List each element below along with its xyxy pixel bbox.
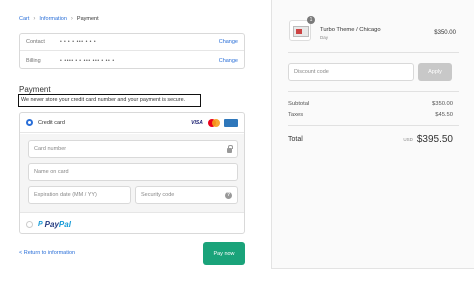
expiration-date-input[interactable]: Expiration date (MM / YY) [28, 186, 131, 204]
card-number-placeholder: Card number [34, 146, 67, 152]
total-currency: USD [403, 137, 413, 142]
chevron-right-icon: › [70, 16, 73, 22]
security-placeholder: Security code [141, 192, 175, 198]
review-contact-row: Contact • • • • ••• • • • Change [20, 34, 244, 51]
order-summary: 1 Turbo Theme / Chicago Day $350.00 Disc… [271, 0, 474, 269]
review-billing-row: Billing • •••• • • ••• ••• • •• • Change [20, 52, 244, 69]
contact-label: Contact [26, 39, 45, 45]
apply-button[interactable]: Apply [418, 63, 452, 81]
security-code-input[interactable]: Security code ? [135, 186, 238, 204]
review-block: Contact • • • • ••• • • • Change Billing… [19, 33, 245, 69]
discount-placeholder: Discount code [294, 69, 329, 75]
credit-card-fields: Card number Name on card Expiration date… [20, 134, 244, 213]
product-name: Turbo Theme / Chicago [320, 27, 381, 33]
payment-gateways: Credit card VISA Card number Name on car… [19, 112, 245, 234]
total-value: $395.50 [416, 134, 453, 145]
pay-now-button[interactable]: Pay now [203, 242, 245, 265]
name-placeholder: Name on card [34, 169, 69, 175]
total-row: Total USD $395.50 [288, 134, 453, 145]
paypal-option[interactable]: P PayPal [20, 214, 244, 233]
divider [288, 91, 459, 92]
contact-value: • • • • ••• • • • [60, 39, 97, 45]
return-to-information-link[interactable]: < Return to information [19, 250, 75, 256]
breadcrumb-payment: Payment [76, 16, 99, 22]
credit-card-option[interactable]: Credit card VISA [20, 113, 244, 133]
breadcrumb-information[interactable]: Information [39, 16, 67, 22]
subtotal-label: Subtotal [288, 101, 310, 107]
name-on-card-input[interactable]: Name on card [28, 163, 238, 181]
visa-icon: VISA [191, 119, 203, 126]
discount-code-input[interactable]: Discount code [288, 63, 414, 81]
paypal-icon: P [38, 221, 43, 228]
taxes-label: Taxes [288, 112, 304, 118]
chevron-right-icon: › [33, 16, 36, 22]
paypal-logo: PayPal [45, 220, 71, 229]
amex-icon [224, 118, 238, 127]
quantity-badge: 1 [307, 16, 315, 24]
expiry-placeholder: Expiration date (MM / YY) [34, 192, 97, 198]
product-variant: Day [320, 35, 329, 40]
taxes-value: $45.50 [435, 112, 453, 118]
paypal-pay: Pay [44, 220, 59, 229]
subtotal-row: Subtotal $350.00 [288, 101, 453, 107]
paypal-pal: Pal [58, 220, 71, 229]
payment-subtitle: We never store your credit card number a… [18, 94, 201, 107]
total-amount: USD $395.50 [403, 134, 453, 145]
card-number-input[interactable]: Card number [28, 140, 238, 158]
change-billing-link[interactable]: Change [219, 58, 238, 64]
billing-label: Billing [26, 57, 41, 64]
lock-icon [227, 144, 233, 153]
breadcrumb: Cart › Information › Payment [19, 16, 99, 22]
billing-value: • •••• • • ••• ••• • •• • [60, 57, 115, 64]
help-icon[interactable]: ? [225, 191, 232, 199]
total-label: Total [288, 136, 303, 143]
credit-card-label: Credit card [38, 119, 65, 126]
payment-title: Payment [19, 85, 51, 94]
subtotal-value: $350.00 [432, 101, 453, 107]
divider [288, 125, 459, 126]
taxes-row: Taxes $45.50 [288, 112, 453, 118]
checkout-main: Cart › Information › Payment Contact • •… [0, 0, 271, 281]
card-brands: VISA [190, 118, 238, 127]
product-price: $350.00 [434, 30, 456, 36]
mastercard-icon [207, 118, 221, 127]
divider [288, 52, 459, 53]
credit-card-radio[interactable] [26, 119, 33, 126]
breadcrumb-cart[interactable]: Cart [19, 16, 29, 22]
line-item: 1 Turbo Theme / Chicago Day $350.00 [289, 16, 459, 46]
paypal-radio[interactable] [26, 221, 33, 228]
change-contact-link[interactable]: Change [219, 39, 238, 45]
